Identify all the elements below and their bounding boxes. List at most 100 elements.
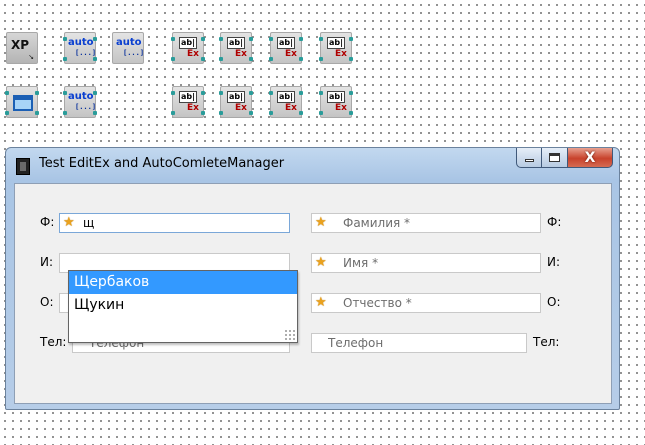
auto-icon-label: auto — [68, 37, 94, 48]
right-phone-input[interactable] — [328, 334, 518, 352]
edit-box-icon: ab| — [277, 91, 295, 103]
editex-component[interactable]: ab| Ex — [269, 86, 303, 118]
autocomplete-item[interactable]: Щукин — [69, 294, 297, 317]
edit-box-icon: ab| — [179, 37, 197, 49]
handle-dot — [349, 111, 353, 115]
right-patronymic-input[interactable] — [343, 294, 533, 312]
handle-dot — [249, 111, 253, 115]
window-client-area: Ф: ★ И: О: Тел: ★ Ф: ★ И: ★ О: — [14, 183, 612, 404]
handle-dot — [269, 91, 273, 95]
edit-box-icon: ab| — [227, 37, 245, 49]
handle-dot — [349, 57, 353, 61]
handle-dot — [63, 57, 67, 61]
handle-dot — [299, 111, 303, 115]
handle-dot — [171, 91, 175, 95]
star-icon: ★ — [63, 215, 75, 230]
test-window[interactable]: Test EditEx and AutoComleteManager X Ф: … — [5, 147, 620, 410]
handle-dot — [319, 91, 323, 95]
handle-dot — [219, 57, 223, 61]
handle-dot — [219, 111, 223, 115]
left-phone-label: Тел: — [40, 335, 67, 349]
star-icon: ★ — [315, 215, 327, 230]
ellipsis-icon: [...] — [75, 103, 97, 111]
handle-dot — [201, 57, 205, 61]
resize-grip-icon[interactable] — [284, 329, 295, 340]
edit-box-icon: ab| — [327, 37, 345, 49]
left-surname-label: Ф: — [40, 215, 55, 229]
film-icon — [16, 158, 30, 175]
handle-dot — [269, 57, 273, 61]
ellipsis-icon: [...] — [123, 49, 145, 57]
ex-label: Ex — [285, 49, 297, 59]
auto-icon-label: auto — [68, 91, 94, 102]
autocomplete-dropdown[interactable]: Щербаков Щукин — [68, 270, 298, 343]
right-surname-label: Ф: — [547, 215, 562, 229]
left-surname-field[interactable]: ★ — [59, 213, 290, 233]
autocomplete-manager-component[interactable]: auto [...] — [63, 86, 97, 118]
handle-dot — [35, 91, 39, 95]
handle-dot — [201, 37, 205, 41]
close-icon: X — [584, 149, 596, 166]
handle-dot — [171, 37, 175, 41]
edit-box-icon: ab| — [179, 91, 197, 103]
handle-dot — [5, 91, 9, 95]
edit-box-icon: ab| — [327, 91, 345, 103]
form-component[interactable] — [5, 86, 39, 118]
left-name-label: И: — [40, 255, 54, 269]
handle-dot — [63, 111, 67, 115]
handle-dot — [201, 111, 205, 115]
caption-buttons: X — [516, 148, 613, 170]
handle-dot — [319, 37, 323, 41]
handle-dot — [349, 91, 353, 95]
handle-dot — [171, 57, 175, 61]
auto-icon-label: auto — [116, 37, 142, 48]
editex-component[interactable]: ab| Ex — [269, 32, 303, 64]
xp-manifest-component[interactable]: XP ↘ — [6, 32, 38, 64]
autocomplete-manager-component[interactable]: auto [...] — [112, 32, 144, 64]
handle-dot — [249, 57, 253, 61]
maximize-button[interactable] — [542, 148, 568, 168]
handle-dot — [171, 111, 175, 115]
right-phone-field[interactable] — [311, 333, 527, 353]
editex-component[interactable]: ab| Ex — [219, 32, 253, 64]
editex-component[interactable]: ab| Ex — [319, 32, 353, 64]
editex-component[interactable]: ab| Ex — [319, 86, 353, 118]
autocomplete-manager-component[interactable]: auto [...] — [63, 32, 97, 64]
handle-dot — [319, 57, 323, 61]
handle-dot — [269, 37, 273, 41]
handle-dot — [219, 37, 223, 41]
close-button[interactable]: X — [568, 148, 613, 168]
ellipsis-icon: [...] — [75, 49, 97, 57]
editex-component[interactable]: ab| Ex — [219, 86, 253, 118]
xp-label: XP — [11, 38, 30, 52]
left-surname-input[interactable] — [83, 214, 283, 232]
handle-dot — [299, 91, 303, 95]
handle-dot — [249, 91, 253, 95]
editex-component[interactable]: ab| Ex — [171, 32, 205, 64]
ex-label: Ex — [235, 103, 247, 113]
handle-dot — [219, 91, 223, 95]
autocomplete-item[interactable]: Щербаков — [69, 271, 297, 294]
minimize-icon — [524, 159, 534, 162]
ex-label: Ex — [335, 49, 347, 59]
right-surname-input[interactable] — [343, 214, 533, 232]
handle-dot — [319, 111, 323, 115]
maximize-icon — [549, 153, 560, 162]
ex-label: Ex — [235, 49, 247, 59]
editex-component[interactable]: ab| Ex — [171, 86, 205, 118]
left-patronymic-label: О: — [40, 295, 54, 309]
right-name-input[interactable] — [343, 254, 533, 272]
right-phone-label: Тел: — [533, 335, 560, 349]
handle-dot — [93, 111, 97, 115]
handle-dot — [299, 37, 303, 41]
handle-dot — [63, 91, 67, 95]
minimize-button[interactable] — [516, 148, 542, 168]
right-name-label: И: — [547, 255, 561, 269]
edit-box-icon: ab| — [277, 37, 295, 49]
ex-label: Ex — [285, 103, 297, 113]
right-surname-field[interactable]: ★ — [311, 213, 541, 233]
shortcut-arrow-icon: ↘ — [28, 53, 34, 61]
right-name-field[interactable]: ★ — [311, 253, 541, 273]
handle-dot — [349, 37, 353, 41]
right-patronymic-field[interactable]: ★ — [311, 293, 541, 313]
